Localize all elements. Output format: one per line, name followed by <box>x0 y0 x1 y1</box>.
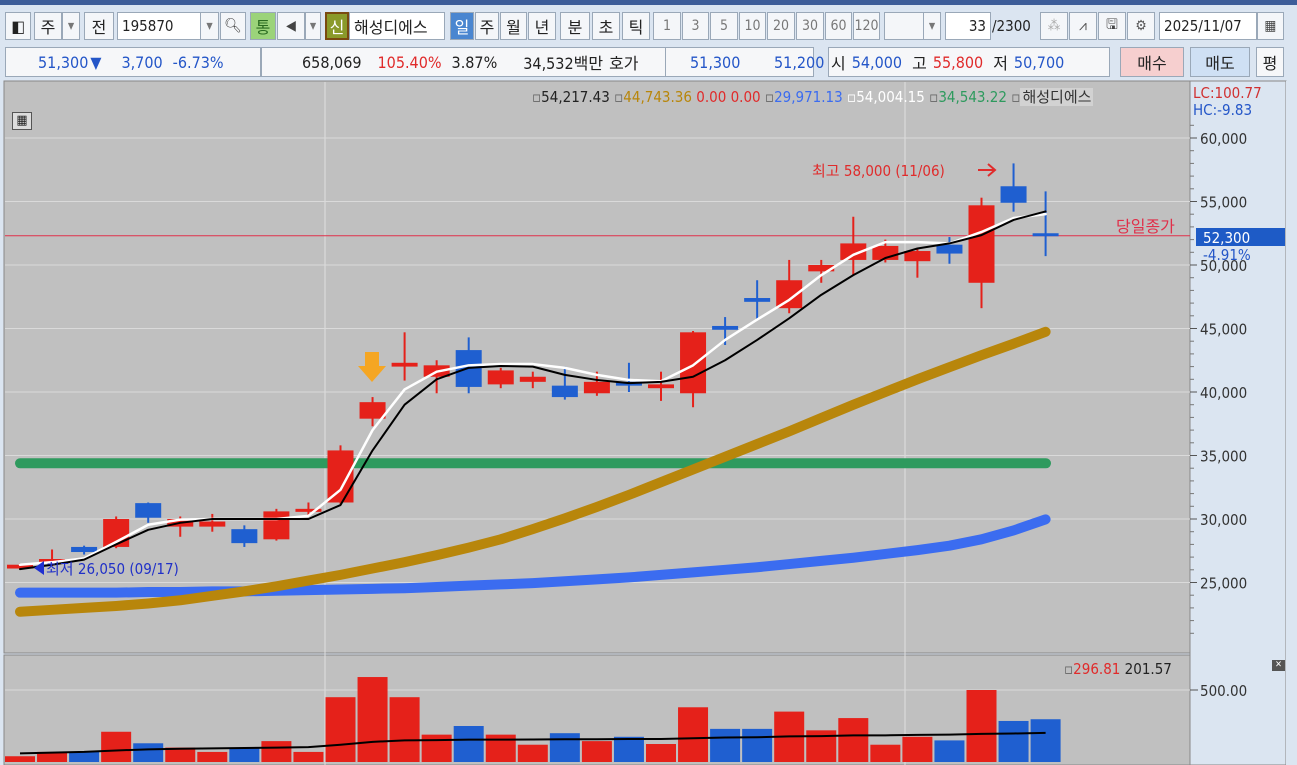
volume-bar <box>646 744 676 762</box>
candle-body <box>263 511 290 540</box>
volume-bar <box>549 733 580 762</box>
volume-bar <box>101 731 132 762</box>
price-chart[interactable]: 60,00055,00050,00045,00040,00035,00030,0… <box>0 0 1297 765</box>
candle-body <box>327 450 354 503</box>
close-value: 52,300 <box>1203 229 1250 247</box>
volume-bar <box>421 734 452 762</box>
volume-ma2: 201.57 <box>1124 660 1172 678</box>
volume-bar <box>261 741 292 762</box>
pane-close-icon[interactable]: ✕ <box>1272 660 1285 671</box>
close-pct: -4.91% <box>1203 246 1251 264</box>
scrollbar-track <box>1286 81 1297 765</box>
y-tick-label: 40,000 <box>1200 384 1247 402</box>
volume-bar <box>678 707 709 762</box>
volume-bar <box>902 736 933 762</box>
volume-bar <box>229 747 260 762</box>
volume-bar <box>197 751 228 762</box>
candle-body <box>968 205 995 283</box>
candle-body <box>199 521 226 527</box>
candle-body <box>1000 186 1027 203</box>
volume-tick-label: 500.00 <box>1200 682 1247 700</box>
legend-ma-black: 54,217.43 <box>541 88 610 106</box>
candle-body <box>1032 233 1059 237</box>
volume-ma1: 296.81 <box>1073 660 1121 678</box>
volume-bar <box>581 741 612 762</box>
volume-bar <box>870 744 901 762</box>
y-tick-label: 55,000 <box>1200 194 1247 212</box>
volume-bar <box>998 720 1029 762</box>
candle-body <box>135 503 162 518</box>
volume-legend: ▫296.81 201.57 <box>1064 660 1172 678</box>
legend-ma-gold: 44,743.36 <box>623 88 692 106</box>
candle-body <box>231 529 258 544</box>
candle-body <box>519 376 546 382</box>
candle-body <box>904 251 931 262</box>
volume-bar <box>934 740 965 762</box>
volume-bar <box>742 728 773 762</box>
volume-bar <box>133 743 164 762</box>
price-pane <box>3 80 1191 654</box>
volume-bar <box>389 697 420 762</box>
candle <box>263 508 290 541</box>
candle-body <box>583 381 610 394</box>
candle-body <box>359 402 386 419</box>
volume-bar <box>293 751 324 762</box>
close-label: 당일종가 <box>1116 217 1175 236</box>
candle-body <box>487 370 514 385</box>
y-tick-label: 25,000 <box>1200 575 1247 593</box>
volume-bar <box>517 744 548 762</box>
lc-value: LC:100.77 <box>1193 84 1262 102</box>
volume-bar <box>325 697 356 762</box>
legend-row: ▫54,217.43 ▫44,743.36 0.00 0.00 ▫29,971.… <box>532 88 1094 106</box>
y-tick-label: 30,000 <box>1200 511 1247 529</box>
y-tick-label: 60,000 <box>1200 130 1247 148</box>
legend-ma-white: 54,004.15 <box>856 88 925 106</box>
candle-body <box>936 244 963 254</box>
volume-bar <box>613 736 644 762</box>
hc-value: HC:-9.83 <box>1193 101 1253 119</box>
candle-body <box>680 332 707 394</box>
legend-stock-name: 해성디에스 <box>1020 88 1094 106</box>
volume-bar <box>357 677 388 762</box>
legend-ma-green: 34,543.22 <box>938 88 1007 106</box>
volume-bar <box>69 751 100 762</box>
low-annotation: 최저 26,050 (09/17) <box>46 560 179 578</box>
volume-bar <box>1030 719 1061 762</box>
y-tick-label: 45,000 <box>1200 321 1247 339</box>
candle-body <box>71 546 98 553</box>
legend-ma-blue: 29,971.13 <box>774 88 843 106</box>
candle-body <box>744 298 771 302</box>
table-icon[interactable]: ▦ <box>12 112 32 130</box>
legend-red-values: 0.00 0.00 <box>696 88 761 106</box>
y-tick-label: 35,000 <box>1200 448 1247 466</box>
volume-bar <box>5 756 35 762</box>
volume-bar <box>710 728 741 762</box>
volume-bar <box>453 726 484 762</box>
candle-body <box>712 325 739 330</box>
candle-body <box>391 362 418 367</box>
volume-bar <box>966 690 997 762</box>
candle-body <box>551 385 578 398</box>
high-annotation: 최고 58,000 (11/06) <box>812 162 945 180</box>
candle-body <box>648 384 674 389</box>
volume-bar <box>838 718 869 762</box>
